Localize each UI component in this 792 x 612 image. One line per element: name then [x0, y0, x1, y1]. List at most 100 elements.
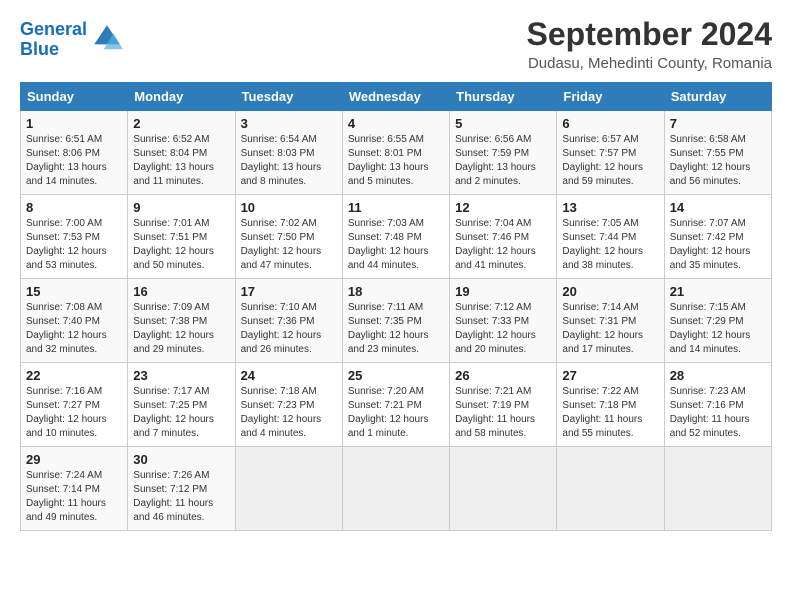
column-header-thursday: Thursday — [450, 83, 557, 111]
calendar-cell: 15 Sunrise: 7:08 AMSunset: 7:40 PMDayligh… — [21, 279, 128, 363]
calendar-cell — [664, 447, 771, 531]
page-title: September 2024 — [527, 16, 772, 53]
calendar-cell: 25 Sunrise: 7:20 AMSunset: 7:21 PMDayligh… — [342, 363, 449, 447]
day-number: 28 — [670, 368, 766, 383]
day-number: 23 — [133, 368, 229, 383]
day-info: Sunrise: 6:52 AMSunset: 8:04 PMDaylight:… — [133, 133, 229, 189]
calendar-cell — [342, 447, 449, 531]
calendar-cell — [450, 447, 557, 531]
day-info: Sunrise: 7:03 AMSunset: 7:48 PMDaylight:… — [348, 217, 444, 273]
day-info: Sunrise: 7:21 AMSunset: 7:19 PMDaylight:… — [455, 385, 551, 441]
calendar-cell: 13 Sunrise: 7:05 AMSunset: 7:44 PMDayligh… — [557, 195, 664, 279]
day-number: 3 — [241, 116, 337, 131]
day-number: 10 — [241, 200, 337, 215]
day-number: 6 — [562, 116, 658, 131]
day-number: 20 — [562, 284, 658, 299]
calendar-cell: 21 Sunrise: 7:15 AMSunset: 7:29 PMDayligh… — [664, 279, 771, 363]
calendar-cell: 6 Sunrise: 6:57 AMSunset: 7:57 PMDaylight… — [557, 111, 664, 195]
column-header-friday: Friday — [557, 83, 664, 111]
day-info: Sunrise: 7:09 AMSunset: 7:38 PMDaylight:… — [133, 301, 229, 357]
logo-icon — [91, 22, 123, 54]
calendar-cell: 22 Sunrise: 7:16 AMSunset: 7:27 PMDayligh… — [21, 363, 128, 447]
calendar-cell: 20 Sunrise: 7:14 AMSunset: 7:31 PMDayligh… — [557, 279, 664, 363]
calendar-cell — [235, 447, 342, 531]
logo: General Blue — [20, 20, 123, 60]
day-info: Sunrise: 7:04 AMSunset: 7:46 PMDaylight:… — [455, 217, 551, 273]
day-info: Sunrise: 6:54 AMSunset: 8:03 PMDaylight:… — [241, 133, 337, 189]
day-number: 16 — [133, 284, 229, 299]
day-number: 12 — [455, 200, 551, 215]
day-info: Sunrise: 7:08 AMSunset: 7:40 PMDaylight:… — [26, 301, 122, 357]
day-number: 19 — [455, 284, 551, 299]
day-info: Sunrise: 7:07 AMSunset: 7:42 PMDaylight:… — [670, 217, 766, 273]
calendar-cell: 29Sunrise: 7:24 AMSunset: 7:14 PMDayligh… — [21, 447, 128, 531]
calendar-cell: 23 Sunrise: 7:17 AMSunset: 7:25 PMDayligh… — [128, 363, 235, 447]
day-info: Sunrise: 7:01 AMSunset: 7:51 PMDaylight:… — [133, 217, 229, 273]
day-number: 29 — [26, 452, 122, 467]
day-info: Sunrise: 7:23 AMSunset: 7:16 PMDaylight:… — [670, 385, 766, 441]
calendar-cell: 19 Sunrise: 7:12 AMSunset: 7:33 PMDayligh… — [450, 279, 557, 363]
day-info: Sunrise: 6:57 AMSunset: 7:57 PMDaylight:… — [562, 133, 658, 189]
day-info: Sunrise: 7:20 AMSunset: 7:21 PMDaylight:… — [348, 385, 444, 441]
day-info: Sunrise: 7:16 AMSunset: 7:27 PMDaylight:… — [26, 385, 122, 441]
calendar-week-1: 1Sunrise: 6:51 AMSunset: 8:06 PMDaylight… — [21, 111, 772, 195]
day-number: 24 — [241, 368, 337, 383]
calendar-cell — [557, 447, 664, 531]
day-info: Sunrise: 7:14 AMSunset: 7:31 PMDaylight:… — [562, 301, 658, 357]
day-info: Sunrise: 7:17 AMSunset: 7:25 PMDaylight:… — [133, 385, 229, 441]
calendar-header-row: SundayMondayTuesdayWednesdayThursdayFrid… — [21, 83, 772, 111]
day-info: Sunrise: 7:05 AMSunset: 7:44 PMDaylight:… — [562, 217, 658, 273]
day-number: 30 — [133, 452, 229, 467]
calendar-cell: 4 Sunrise: 6:55 AMSunset: 8:01 PMDaylight… — [342, 111, 449, 195]
column-header-monday: Monday — [128, 83, 235, 111]
header: General Blue September 2024 Dudasu, Mehe… — [20, 16, 772, 72]
day-info: Sunrise: 7:12 AMSunset: 7:33 PMDaylight:… — [455, 301, 551, 357]
calendar-cell: 24 Sunrise: 7:18 AMSunset: 7:23 PMDayligh… — [235, 363, 342, 447]
day-info: Sunrise: 7:22 AMSunset: 7:18 PMDaylight:… — [562, 385, 658, 441]
logo-blue: Blue — [20, 39, 59, 59]
day-number: 15 — [26, 284, 122, 299]
day-number: 7 — [670, 116, 766, 131]
calendar-week-5: 29Sunrise: 7:24 AMSunset: 7:14 PMDayligh… — [21, 447, 772, 531]
day-number: 26 — [455, 368, 551, 383]
column-header-saturday: Saturday — [664, 83, 771, 111]
calendar-cell: 28 Sunrise: 7:23 AMSunset: 7:16 PMDayligh… — [664, 363, 771, 447]
day-info: Sunrise: 7:26 AMSunset: 7:12 PMDaylight:… — [133, 469, 229, 525]
subtitle: Dudasu, Mehedinti County, Romania — [527, 55, 772, 72]
day-info: Sunrise: 6:58 AMSunset: 7:55 PMDaylight:… — [670, 133, 766, 189]
calendar-cell: 10 Sunrise: 7:02 AMSunset: 7:50 PMDayligh… — [235, 195, 342, 279]
calendar-cell: 11 Sunrise: 7:03 AMSunset: 7:48 PMDayligh… — [342, 195, 449, 279]
day-number: 11 — [348, 200, 444, 215]
day-number: 17 — [241, 284, 337, 299]
day-number: 18 — [348, 284, 444, 299]
calendar-table: SundayMondayTuesdayWednesdayThursdayFrid… — [20, 82, 772, 531]
column-header-tuesday: Tuesday — [235, 83, 342, 111]
day-number: 21 — [670, 284, 766, 299]
day-number: 22 — [26, 368, 122, 383]
day-number: 4 — [348, 116, 444, 131]
calendar-cell: 14 Sunrise: 7:07 AMSunset: 7:42 PMDayligh… — [664, 195, 771, 279]
day-number: 25 — [348, 368, 444, 383]
logo-general: General — [20, 19, 87, 39]
calendar-cell: 30 Sunrise: 7:26 AMSunset: 7:12 PMDayligh… — [128, 447, 235, 531]
day-info: Sunrise: 7:15 AMSunset: 7:29 PMDaylight:… — [670, 301, 766, 357]
calendar-cell: 8 Sunrise: 7:00 AMSunset: 7:53 PMDaylight… — [21, 195, 128, 279]
day-info: Sunrise: 6:55 AMSunset: 8:01 PMDaylight:… — [348, 133, 444, 189]
calendar-cell: 12 Sunrise: 7:04 AMSunset: 7:46 PMDayligh… — [450, 195, 557, 279]
day-number: 27 — [562, 368, 658, 383]
day-number: 14 — [670, 200, 766, 215]
day-number: 2 — [133, 116, 229, 131]
day-info: Sunrise: 7:00 AMSunset: 7:53 PMDaylight:… — [26, 217, 122, 273]
day-info: Sunrise: 6:51 AMSunset: 8:06 PMDaylight:… — [26, 133, 122, 189]
day-info: Sunrise: 7:02 AMSunset: 7:50 PMDaylight:… — [241, 217, 337, 273]
calendar-cell: 3 Sunrise: 6:54 AMSunset: 8:03 PMDaylight… — [235, 111, 342, 195]
day-info: Sunrise: 7:18 AMSunset: 7:23 PMDaylight:… — [241, 385, 337, 441]
day-info: Sunrise: 7:10 AMSunset: 7:36 PMDaylight:… — [241, 301, 337, 357]
calendar-cell: 2 Sunrise: 6:52 AMSunset: 8:04 PMDaylight… — [128, 111, 235, 195]
day-number: 8 — [26, 200, 122, 215]
calendar-cell: 9 Sunrise: 7:01 AMSunset: 7:51 PMDaylight… — [128, 195, 235, 279]
calendar-cell: 17 Sunrise: 7:10 AMSunset: 7:36 PMDayligh… — [235, 279, 342, 363]
calendar-cell: 16 Sunrise: 7:09 AMSunset: 7:38 PMDayligh… — [128, 279, 235, 363]
day-number: 13 — [562, 200, 658, 215]
day-number: 9 — [133, 200, 229, 215]
